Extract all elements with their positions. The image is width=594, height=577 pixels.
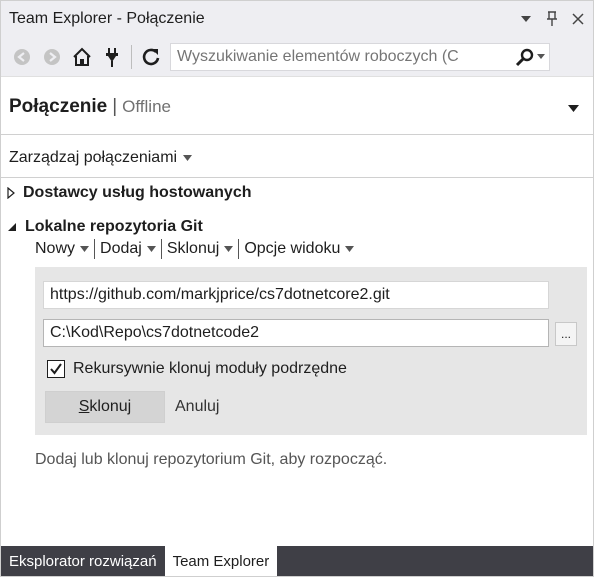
clone-button-mnemonic: S [78,398,90,415]
cancel-link[interactable]: Anuluj [175,391,219,423]
plug-icon[interactable] [99,44,125,70]
manage-connections-label: Zarządzaj połączeniami [9,149,178,166]
search-icon [515,48,534,66]
connection-status: Offline [122,96,171,116]
chevron-down-icon [80,246,90,252]
home-icon[interactable] [69,44,95,70]
add-repo-link[interactable]: Dodaj [95,240,161,258]
page-title: Połączenie [9,95,108,117]
manage-connections-link[interactable]: Zarządzaj połączeniami [9,146,193,170]
clone-button-label: klonuj [89,398,132,415]
section-hosted-label: Dostawcy usług hostowanych [23,184,252,201]
chevron-down-icon [146,246,156,252]
search-button[interactable] [511,44,549,70]
close-icon[interactable] [567,8,589,30]
section-hosted-providers[interactable]: Dostawcy usług hostowanych [7,181,251,205]
section-local-label: Lokalne repozytoria Git [25,218,203,235]
chevron-down-icon [537,54,545,59]
toolbar [1,37,593,77]
collapse-arrow-icon [8,223,16,231]
browse-button[interactable]: ... [555,322,577,346]
new-label: Nowy [35,240,76,257]
recursive-checkbox[interactable] [47,360,65,378]
back-icon[interactable] [9,44,35,70]
divider [1,177,593,178]
repo-actions: Nowy Dodaj Sklonuj Opcje widoku [35,235,359,263]
chevron-down-icon [345,246,355,252]
chevron-down-icon [224,246,234,252]
add-label: Dodaj [100,240,142,257]
window-title: Team Explorer - Połączenie [9,10,205,27]
repo-url-input[interactable] [44,286,548,304]
hint-text: Dodaj lub klonuj repozytorium Git, aby r… [35,451,388,468]
pin-icon[interactable] [541,8,563,30]
header-separator: | [112,95,118,117]
local-path-input[interactable] [44,324,548,342]
recursive-checkbox-row[interactable]: Rekursywnie klonuj moduły podrzędne [47,357,347,381]
toolbar-separator [131,44,132,69]
bottom-tab-bar: Eksplorator rozwiązań Team Explorer [1,546,593,576]
forward-icon[interactable] [39,44,65,70]
page-menu-dropdown-icon[interactable] [568,99,579,117]
work-item-search[interactable] [170,42,550,71]
tab-team-explorer[interactable]: Team Explorer [164,546,278,576]
chevron-down-icon [183,155,193,161]
search-input[interactable] [171,47,511,66]
local-path-field[interactable] [43,319,549,347]
repo-url-field[interactable] [43,281,549,309]
clone-repo-link[interactable]: Sklonuj [162,240,238,258]
clone-label: Sklonuj [166,240,220,257]
checkmark-icon [50,363,62,375]
tab-solution-explorer[interactable]: Eksplorator rozwiązań [1,546,165,576]
page-header: Połączenie | Offline [1,79,593,135]
clone-panel: ... Rekursywnie klonuj moduły podrzędne … [35,267,587,435]
refresh-icon[interactable] [138,44,164,70]
title-bar: Team Explorer - Połączenie [1,1,593,37]
recursive-label: Rekursywnie klonuj moduły podrzędne [73,360,347,377]
window-menu-dropdown-icon[interactable] [515,8,537,30]
view-options-label: Opcje widoku [244,240,341,257]
view-options-link[interactable]: Opcje widoku [239,240,359,258]
expand-arrow-icon [7,187,15,199]
clone-button[interactable]: Sklonuj [45,391,165,423]
new-repo-link[interactable]: Nowy [35,240,94,258]
team-explorer-window: Team Explorer - Połączenie Wyszukiwanie … [0,0,594,577]
